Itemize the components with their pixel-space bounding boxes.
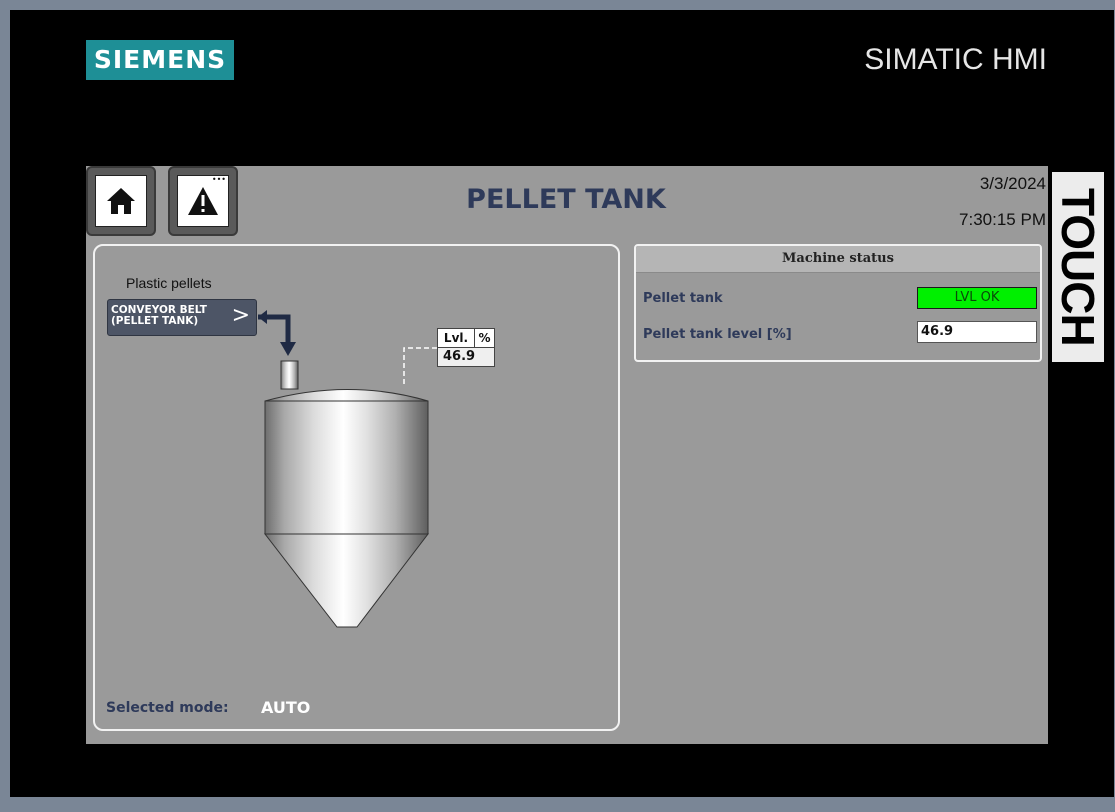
pellet-tank-status-indicator: LVL OK bbox=[917, 287, 1037, 309]
alarm-button[interactable]: ••• bbox=[168, 166, 238, 236]
screen-title: PELLET TANK bbox=[466, 184, 666, 215]
date-display: 3/3/2024 bbox=[979, 174, 1046, 193]
siemens-logo: SIEMENS bbox=[86, 40, 234, 80]
time-display: 7:30:15 PM bbox=[959, 210, 1046, 229]
simatic-hmi-title: SIMATIC HMI bbox=[864, 43, 1047, 76]
selected-mode-label: Selected mode: bbox=[106, 700, 229, 716]
selected-mode-value: AUTO bbox=[261, 698, 311, 717]
pellet-tank-label: Pellet tank bbox=[643, 291, 723, 306]
tank-level-title: Lvl. bbox=[438, 329, 475, 347]
tank-level-value: 46.9 bbox=[437, 347, 495, 367]
machine-status-header: Machine status bbox=[636, 246, 1040, 273]
touch-label: TOUCH bbox=[1052, 172, 1104, 362]
home-icon bbox=[95, 175, 147, 227]
machine-status-panel: Machine status Pellet tank LVL OK Pellet… bbox=[634, 244, 1042, 362]
chevron-right-icon: > bbox=[231, 303, 250, 328]
pellet-tank-level-readout: 46.9 bbox=[917, 321, 1037, 343]
conveyor-label-line2: (PELLET TANK) bbox=[111, 315, 199, 327]
process-panel: Plastic pellets CONVEYOR BELT (PELLET TA… bbox=[93, 244, 620, 731]
tank-level-header: Lvl. % bbox=[437, 328, 495, 348]
plastic-pellets-label: Plastic pellets bbox=[126, 275, 212, 291]
hmi-screen: ••• PELLET TANK 3/3/2024 7:30:15 PM Plas… bbox=[86, 166, 1048, 744]
pellet-tank-level-label: Pellet tank level [%] bbox=[643, 327, 792, 342]
conveyor-belt-button[interactable]: CONVEYOR BELT (PELLET TANK) > bbox=[107, 299, 257, 336]
warning-icon: ••• bbox=[177, 175, 229, 227]
home-button[interactable] bbox=[86, 166, 156, 236]
conveyor-belt-label: CONVEYOR BELT (PELLET TANK) bbox=[111, 305, 221, 327]
tank-level-unit: % bbox=[478, 331, 491, 345]
